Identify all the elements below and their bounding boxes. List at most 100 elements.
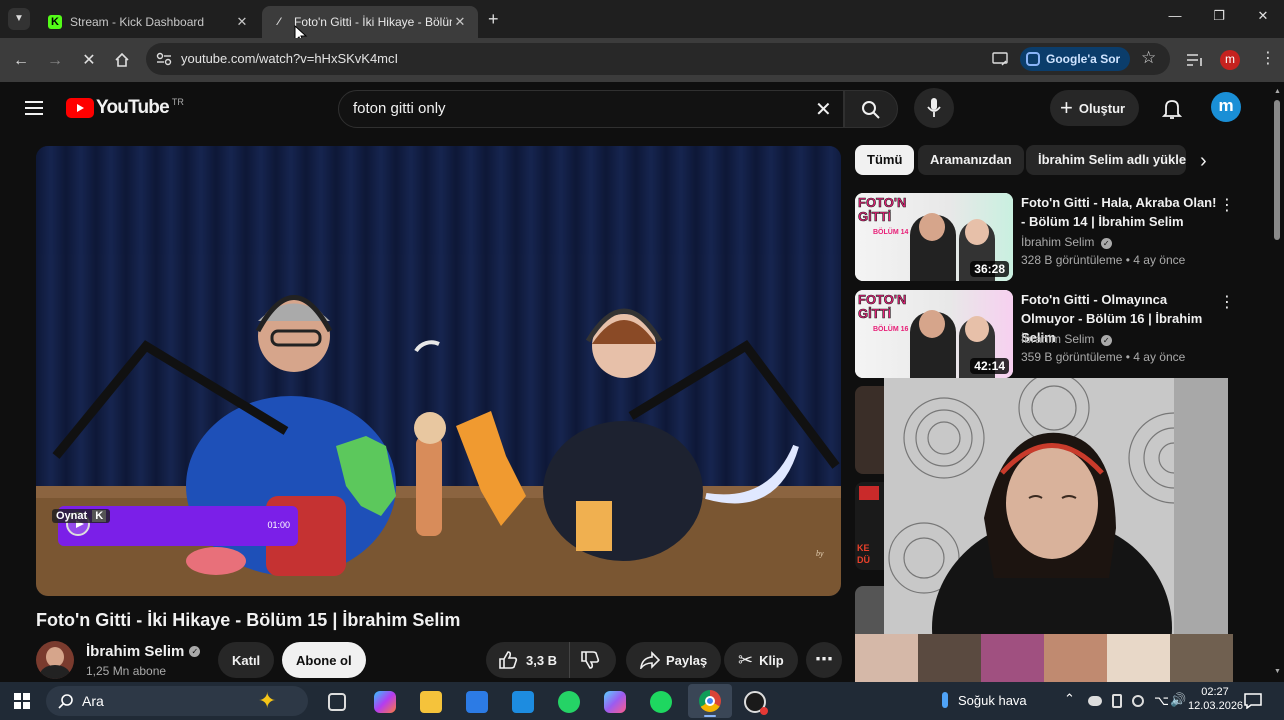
- recommendation-title[interactable]: Foto'n Gitti - Hala, Akraba Olan! - Bölü…: [1021, 193, 1221, 231]
- recommendation-channel[interactable]: İbrahim Selim ✓: [1021, 235, 1112, 249]
- tray-chevron-up-icon[interactable]: ⌃: [1064, 691, 1075, 707]
- like-button[interactable]: 3,3 B: [486, 642, 571, 678]
- scrollbar-up-arrow[interactable]: ▲: [1274, 88, 1281, 95]
- share-label: Paylaş: [666, 652, 708, 668]
- copilot-icon[interactable]: [374, 691, 396, 713]
- clear-search-icon[interactable]: ✕: [815, 97, 832, 122]
- recommendation-thumbnail-partial[interactable]: [855, 386, 885, 474]
- more-actions-button[interactable]: ⋯: [806, 642, 842, 678]
- channel-name-row[interactable]: İbrahim Selim ✓: [86, 643, 201, 660]
- address-bar[interactable]: youtube.com/watch?v=hHxSKvK4mcI Google'a…: [146, 43, 1170, 75]
- whatsapp-icon[interactable]: [558, 691, 580, 713]
- taskbar-search-box[interactable]: Ara ✦: [46, 686, 308, 716]
- cast-icon[interactable]: [992, 51, 1008, 67]
- notifications-bell-icon[interactable]: [1162, 98, 1182, 120]
- spotify-icon[interactable]: [650, 691, 672, 713]
- subscribe-button[interactable]: Abone ol: [282, 642, 366, 678]
- thumbs-up-icon: [499, 651, 518, 669]
- page-scrollbar[interactable]: ▲ ▼: [1272, 86, 1282, 682]
- youtube-logo[interactable]: YouTube TR: [66, 97, 184, 119]
- video-thumbnail[interactable]: FOTO'N GİTTİ BÖLÜM 14 36:28: [855, 193, 1013, 281]
- chip-from-search[interactable]: Aramanızdan: [918, 145, 1024, 175]
- youtube-wordmark: YouTube: [96, 97, 170, 118]
- create-label: Oluştur: [1078, 100, 1126, 116]
- microsoft-store-icon[interactable]: [466, 691, 488, 713]
- notification-center-icon[interactable]: [1244, 693, 1262, 709]
- wifi-icon[interactable]: ⌥: [1154, 693, 1169, 709]
- chrome-taskbar-button[interactable]: [688, 684, 732, 718]
- search-input[interactable]: foton gitti only ✕: [338, 90, 844, 128]
- recommendation-item[interactable]: FOTO'N GİTTİ BÖLÜM 16 42:14 Foto'n Gitti…: [855, 290, 1245, 380]
- hamburger-menu-icon[interactable]: [24, 100, 44, 116]
- profile-avatar[interactable]: m: [1220, 50, 1240, 70]
- tray-device-icon[interactable]: [1112, 694, 1122, 708]
- reading-list-icon[interactable]: [1186, 52, 1204, 68]
- join-label: Katıl: [232, 652, 261, 668]
- back-arrow-icon[interactable]: ←: [10, 50, 32, 72]
- tab-search-button[interactable]: ▼: [8, 8, 30, 30]
- thumbnail-episode: BÖLÜM 16: [873, 326, 909, 333]
- close-tab-icon[interactable]: ✕: [234, 14, 250, 30]
- more-vertical-icon[interactable]: ⋮: [1219, 195, 1235, 215]
- more-vertical-icon[interactable]: ⋮: [1219, 292, 1235, 312]
- channel-avatar[interactable]: [36, 641, 74, 679]
- chrome-menu-icon[interactable]: ⋮: [1260, 48, 1276, 68]
- bookmark-star-icon[interactable]: ☆: [1141, 48, 1156, 68]
- file-explorer-icon[interactable]: [420, 691, 442, 713]
- clip-label: Klip: [759, 652, 784, 668]
- stop-loading-icon[interactable]: ✕: [78, 50, 100, 72]
- window-close-button[interactable]: ✕: [1248, 8, 1278, 24]
- recommendation-thumbnail-partial[interactable]: KE DÜ: [855, 482, 885, 570]
- url-text: youtube.com/watch?v=hHxSKvK4mcI: [181, 51, 399, 66]
- recommendation-channel[interactable]: İbrahim Selim ✓: [1021, 332, 1112, 346]
- windows-start-icon[interactable]: [14, 693, 30, 709]
- video-thumbnail[interactable]: FOTO'N GİTTİ BÖLÜM 16 42:14: [855, 290, 1013, 378]
- forward-arrow-icon[interactable]: →: [44, 50, 66, 72]
- clip-button[interactable]: ✂ Klip: [724, 642, 798, 678]
- video-player[interactable]: by 01:00 Oynat K: [36, 146, 841, 596]
- shorts-strip[interactable]: [855, 634, 1233, 682]
- new-tab-button[interactable]: +: [488, 9, 499, 30]
- search-icon: [862, 101, 880, 119]
- weather-widget[interactable]: Soğuk hava: [942, 692, 1027, 708]
- partial-thumbnail-text: KE DÜ: [857, 543, 870, 565]
- microsoft365-icon[interactable]: [604, 691, 626, 713]
- volume-icon[interactable]: 🔊: [1170, 692, 1186, 708]
- taskbar-search-label: Ara: [82, 693, 104, 709]
- clock-widget[interactable]: 02:27 12.03.2026: [1188, 686, 1243, 712]
- chip-all[interactable]: Tümü: [855, 145, 915, 175]
- dislike-button[interactable]: [570, 642, 610, 678]
- like-count: 3,3 B: [526, 652, 558, 668]
- search-query: foton gitti only: [353, 100, 446, 117]
- restore-button[interactable]: ❐: [1204, 8, 1234, 24]
- recommendation-thumbnail-partial[interactable]: [855, 586, 885, 636]
- scrollbar-thumb[interactable]: [1274, 100, 1280, 240]
- join-button[interactable]: Katıl: [218, 642, 275, 678]
- tray-meet-icon[interactable]: [1132, 695, 1144, 707]
- tab-title: Stream - Kick Dashboard: [70, 15, 205, 29]
- scissors-icon: ✂: [738, 649, 754, 670]
- create-button[interactable]: + Oluştur: [1050, 90, 1140, 126]
- account-avatar[interactable]: m: [1211, 92, 1241, 122]
- clock-time: 02:27: [1201, 686, 1229, 698]
- chips-next-icon[interactable]: ›: [1200, 150, 1207, 173]
- play-tooltip-key: K: [92, 510, 107, 522]
- share-button[interactable]: Paylaş: [626, 642, 722, 678]
- site-info-icon[interactable]: [156, 52, 172, 66]
- task-view-icon[interactable]: [328, 693, 346, 711]
- browser-toolbar: ← → ✕ youtube.com/watch?v=hHxSKvK4mcI Go…: [0, 38, 1284, 82]
- tab-kick-dashboard[interactable]: K Stream - Kick Dashboard ✕: [38, 6, 260, 38]
- channel-name: İbrahim Selim: [86, 643, 185, 660]
- close-tab-icon[interactable]: ✕: [452, 14, 468, 30]
- thumbs-down-icon: [581, 651, 600, 669]
- minimize-button[interactable]: —: [1160, 8, 1190, 23]
- voice-search-button[interactable]: [914, 88, 954, 128]
- chip-from-uploader[interactable]: İbrahim Selim adlı yükleyiciden: [1026, 145, 1186, 175]
- search-button[interactable]: [844, 90, 898, 128]
- tray-onedrive-icon[interactable]: [1088, 696, 1102, 706]
- mail-icon[interactable]: [512, 691, 534, 713]
- home-icon[interactable]: [114, 52, 130, 68]
- recommendation-item[interactable]: FOTO'N GİTTİ BÖLÜM 14 36:28 Foto'n Gitti…: [855, 193, 1245, 283]
- ask-google-button[interactable]: Google'a Sor: [1020, 47, 1131, 71]
- scrollbar-down-arrow[interactable]: ▼: [1274, 668, 1281, 675]
